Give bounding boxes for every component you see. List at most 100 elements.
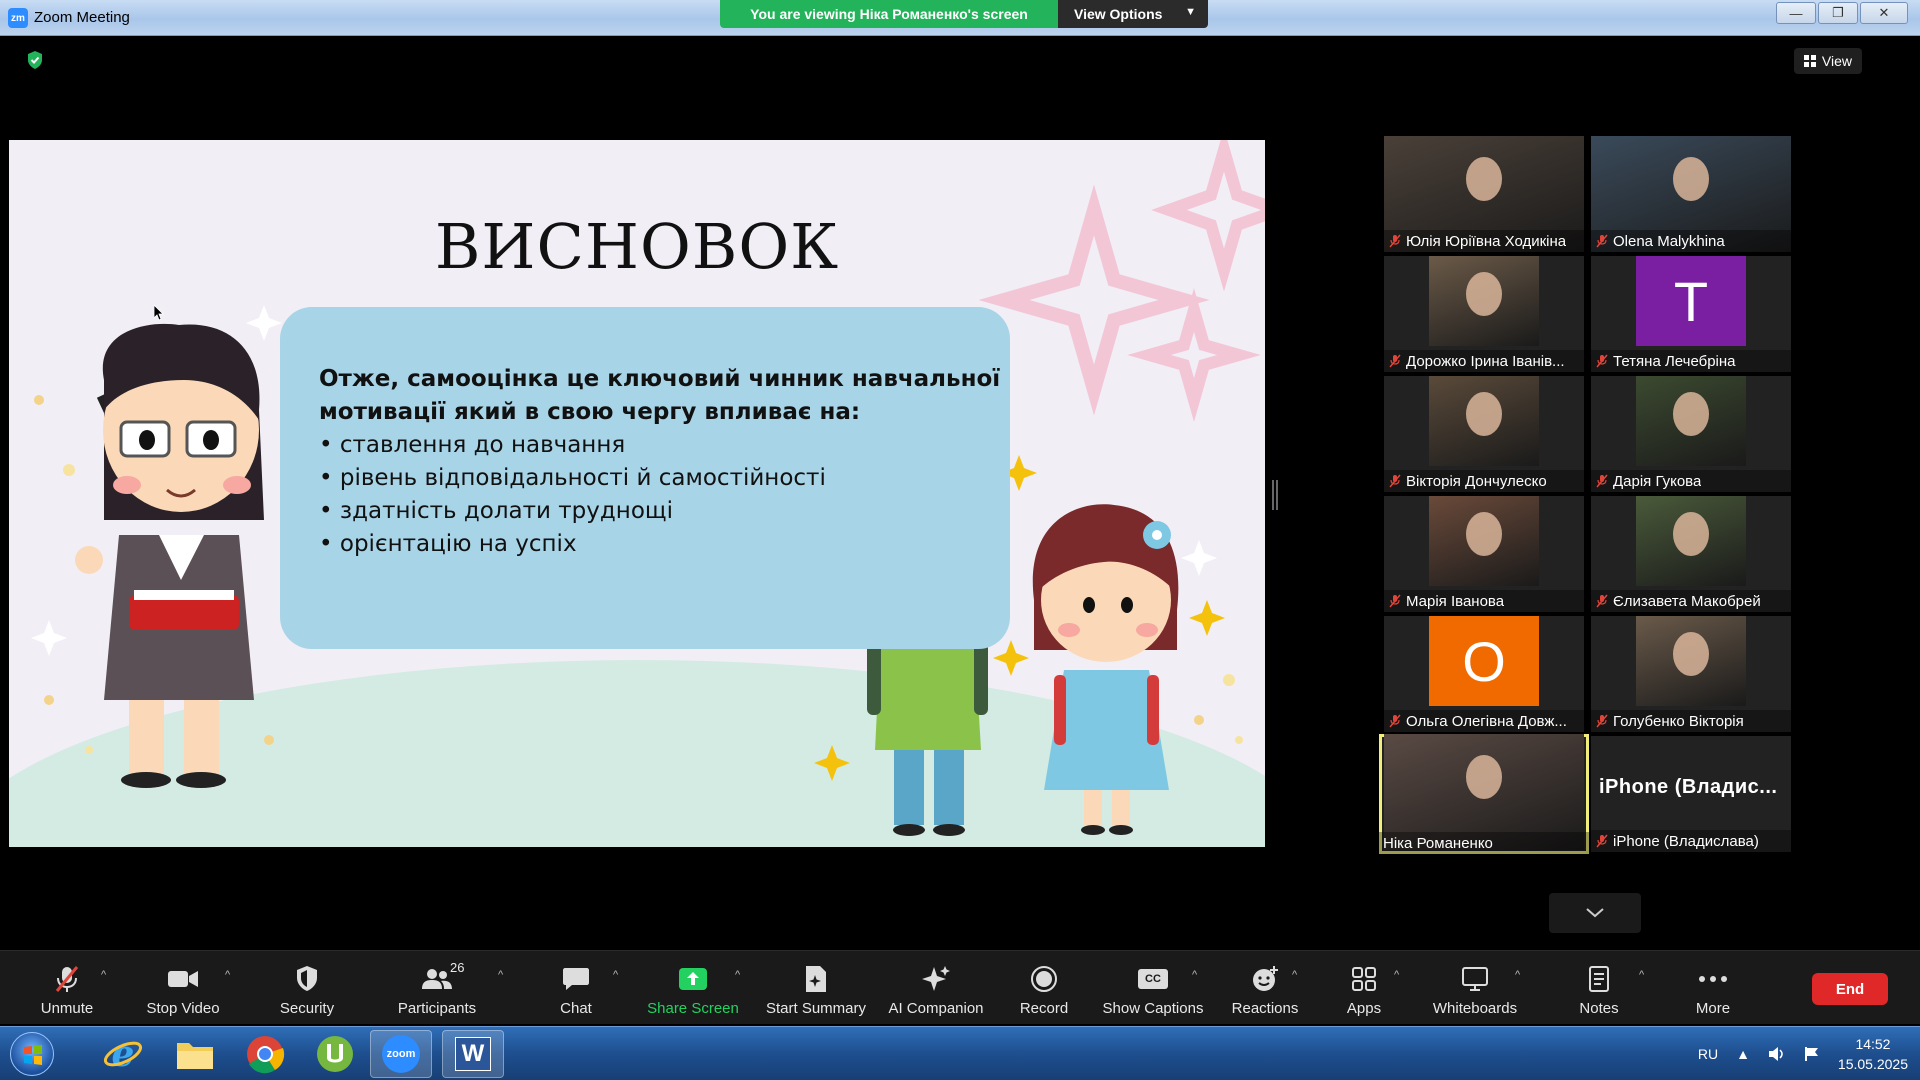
participant-name-bar: Тетяна Лечебріна [1591, 350, 1791, 372]
action-center-flag-icon[interactable] [1804, 1046, 1820, 1062]
reactions-options-caret-icon[interactable]: ^ [1292, 969, 1297, 981]
participant-silhouette [1466, 754, 1502, 799]
participant-name-bar: Olena Malykhina [1591, 230, 1791, 252]
participants-button[interactable]: 26 Participants [392, 951, 482, 1025]
participant-silhouette [1466, 272, 1502, 317]
notes-button[interactable]: Notes [1576, 951, 1622, 1025]
view-options-label: View Options [1074, 6, 1163, 22]
ai-companion-button[interactable]: AI Companion [886, 951, 986, 1025]
participant-avatar: O [1429, 616, 1539, 706]
slide-body: Отже, самооцінка це ключовий чинник навч… [319, 363, 1019, 561]
gallery-next-page-button[interactable] [1549, 893, 1641, 933]
end-meeting-button[interactable]: End [1812, 973, 1888, 1005]
video-camera-icon [166, 964, 200, 994]
system-clock[interactable]: 14:52 15.05.2025 [1838, 1034, 1908, 1074]
chat-options-caret-icon[interactable]: ^ [613, 969, 618, 981]
participant-tile[interactable]: Голубенко Вікторія [1591, 616, 1791, 732]
participant-tile[interactable]: Ніка Романенко [1379, 734, 1589, 854]
participant-name: Ніка Романенко [1383, 834, 1493, 852]
participant-tile[interactable]: T Тетяна Лечебріна [1591, 256, 1791, 372]
participant-tile[interactable]: iPhone (Владис... iPhone (Владислава) [1591, 736, 1791, 852]
slide-bullet: рівень відповідальності й самостійності [319, 462, 1019, 495]
panel-resize-handle[interactable] [1272, 480, 1278, 510]
view-button[interactable]: View [1793, 48, 1862, 74]
taskbar-file-explorer[interactable] [164, 1030, 226, 1078]
participant-tile[interactable]: Дорожко Ірина Іванів... [1384, 256, 1584, 372]
clock-time: 14:52 [1855, 1036, 1891, 1052]
language-indicator[interactable]: RU [1698, 1046, 1718, 1062]
video-options-caret-icon[interactable]: ^ [225, 969, 230, 981]
participant-name-bar: Єлизавета Макобрей [1591, 590, 1791, 612]
participant-name-bar: iPhone (Владислава) [1591, 830, 1791, 852]
windows-taskbar: e zoom W RU ▲ 14:52 15.05.2025 [0, 1026, 1920, 1080]
more-button[interactable]: More [1690, 951, 1736, 1025]
participants-icon: 26 [420, 960, 464, 994]
maximize-button[interactable]: ❐ [1818, 2, 1858, 24]
ai-companion-label: AI Companion [888, 1000, 984, 1017]
apps-options-caret-icon[interactable]: ^ [1394, 969, 1399, 981]
mouse-cursor-icon [154, 305, 164, 321]
taskbar-word[interactable]: W [442, 1030, 504, 1078]
taskbar-zoom[interactable]: zoom [370, 1030, 432, 1078]
unmute-button[interactable]: Unmute [32, 951, 102, 1025]
participant-name: Марія Іванова [1406, 592, 1505, 610]
volume-icon[interactable] [1768, 1046, 1786, 1062]
audio-options-caret-icon[interactable]: ^ [101, 969, 106, 981]
participant-tile[interactable]: Марія Іванова [1384, 496, 1584, 612]
notes-options-caret-icon[interactable]: ^ [1639, 969, 1644, 981]
participant-name: Юлія Юріївна Ходикіна [1406, 232, 1567, 250]
windows-start-button[interactable] [10, 1032, 54, 1076]
participant-video-thumbnail [1429, 496, 1539, 586]
whiteboards-options-caret-icon[interactable]: ^ [1515, 969, 1520, 981]
show-hidden-icons-icon[interactable]: ▲ [1736, 1046, 1750, 1062]
captions-cc-icon: CC [1136, 964, 1170, 994]
taskbar-chrome[interactable] [234, 1030, 296, 1078]
participant-video-thumbnail [1429, 256, 1539, 346]
encryption-shield-icon[interactable] [26, 50, 44, 70]
apps-button[interactable]: Apps [1345, 951, 1383, 1025]
participant-name: Дарія Гукова [1613, 472, 1702, 490]
participant-avatar: T [1636, 256, 1746, 346]
participant-tile[interactable]: Юлія Юріївна Ходикіна [1384, 136, 1584, 252]
participant-silhouette [1466, 392, 1502, 437]
participant-name: Тетяна Лечебріна [1613, 352, 1736, 370]
close-icon: ✕ [1878, 5, 1890, 20]
participant-video-thumbnail [1636, 616, 1746, 706]
microphone-muted-icon [50, 964, 84, 994]
summary-document-icon [799, 964, 833, 994]
microphone-muted-icon [1596, 714, 1608, 728]
viewing-screen-banner: You are viewing Ніка Романенко's screen [720, 0, 1058, 28]
participant-tile[interactable]: Дарія Гукова [1591, 376, 1791, 492]
participant-video-thumbnail [1636, 496, 1746, 586]
stop-video-button[interactable]: Stop Video [140, 951, 226, 1025]
view-options-button[interactable]: View Options ▼ [1058, 0, 1208, 28]
share-screen-button[interactable]: Share Screen [646, 951, 740, 1025]
slide-bullet: ставлення до навчання [319, 429, 1019, 462]
close-button[interactable]: ✕ [1860, 2, 1908, 24]
participant-tile[interactable]: O Ольга Олегівна Довж... [1384, 616, 1584, 732]
show-captions-button[interactable]: CC Show Captions [1102, 951, 1204, 1025]
share-options-caret-icon[interactable]: ^ [735, 969, 740, 981]
participant-tile[interactable]: Єлизавета Макобрей [1591, 496, 1791, 612]
security-label: Security [279, 1000, 335, 1017]
utorrent-icon [317, 1036, 353, 1072]
start-summary-button[interactable]: Start Summary [762, 951, 870, 1025]
participant-name-bar: Вікторія Дончулеско [1384, 470, 1584, 492]
security-button[interactable]: Security [262, 951, 352, 1025]
captions-options-caret-icon[interactable]: ^ [1192, 969, 1197, 981]
whiteboards-button[interactable]: Whiteboards [1430, 951, 1520, 1025]
notes-icon [1582, 964, 1616, 994]
taskbar-utorrent[interactable] [304, 1030, 366, 1078]
participants-options-caret-icon[interactable]: ^ [498, 969, 503, 981]
taskbar-internet-explorer[interactable]: e [92, 1030, 154, 1078]
security-shield-icon [290, 964, 324, 994]
chat-bubble-icon [559, 964, 593, 994]
participant-tile[interactable]: Вікторія Дончулеско [1384, 376, 1584, 492]
microphone-muted-icon [1596, 234, 1608, 248]
record-button[interactable]: Record [1018, 951, 1070, 1025]
minimize-button[interactable]: — [1776, 2, 1816, 24]
participant-tile[interactable]: Olena Malykhina [1591, 136, 1791, 252]
microphone-muted-icon [1596, 354, 1608, 368]
chat-button[interactable]: Chat [556, 951, 596, 1025]
reactions-button[interactable]: Reactions [1230, 951, 1300, 1025]
